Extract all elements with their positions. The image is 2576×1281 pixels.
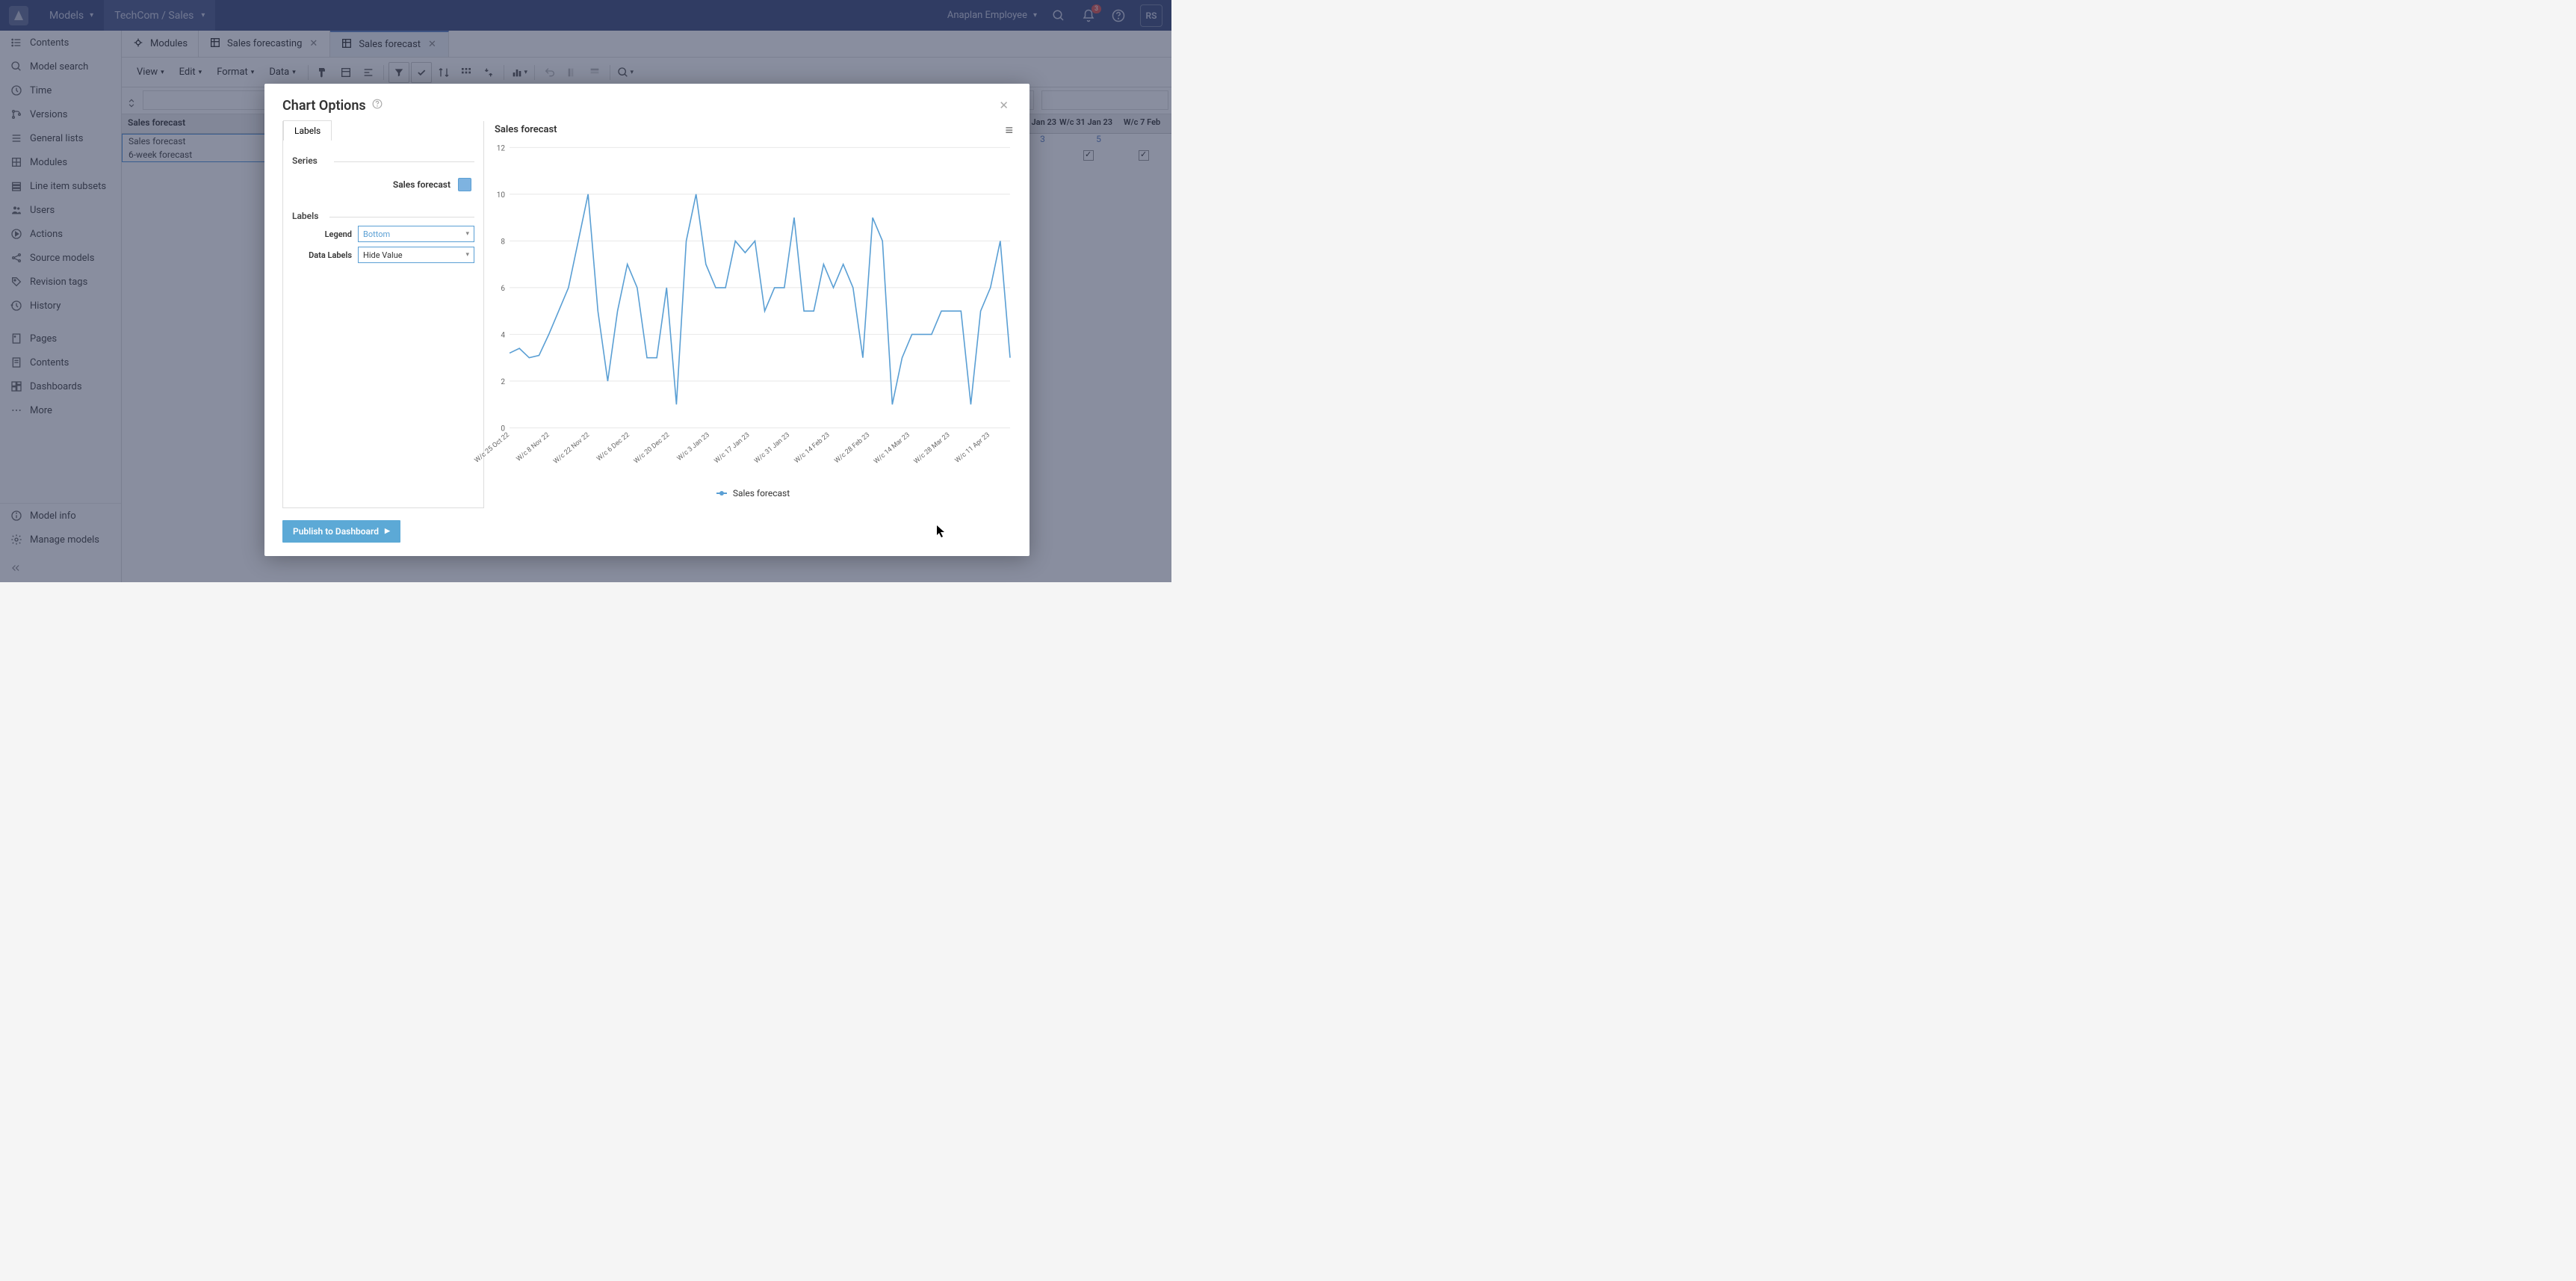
svg-text:W/c 8 Nov 22: W/c 8 Nov 22 <box>515 431 551 463</box>
svg-text:W/c 3 Jan 23: W/c 3 Jan 23 <box>676 431 711 463</box>
options-panel: Labels Series Sales forecast Labels Lege… <box>282 121 484 508</box>
data-labels-value: Hide Value <box>363 250 403 260</box>
svg-text:W/c 14 Mar 23: W/c 14 Mar 23 <box>873 431 911 466</box>
chevron-down-icon: ▾ <box>465 230 469 238</box>
legend-select[interactable]: Bottom ▾ <box>358 226 474 242</box>
chevron-right-icon: ▶ <box>385 528 390 535</box>
legend-marker <box>716 493 727 494</box>
svg-text:6: 6 <box>501 285 505 293</box>
svg-text:W/c 20 Dec 22: W/c 20 Dec 22 <box>633 431 672 465</box>
svg-text:12: 12 <box>497 144 506 152</box>
modal-help-icon[interactable] <box>366 96 388 115</box>
labels-group-label: Labels <box>292 211 474 221</box>
chevron-down-icon: ▾ <box>465 251 469 259</box>
series-group-label: Series <box>292 155 474 166</box>
chart-menu-icon[interactable]: ≡ <box>1005 123 1012 138</box>
modal-close-icon[interactable]: ✕ <box>996 96 1012 115</box>
svg-text:2: 2 <box>501 378 505 386</box>
series-name: Sales forecast <box>393 179 451 190</box>
svg-text:4: 4 <box>501 331 505 339</box>
line-chart: 024681012W/c 25 Oct 22W/c 8 Nov 22W/c 22… <box>495 140 1012 484</box>
options-tab-labels[interactable]: Labels <box>283 120 332 141</box>
modal-title: Chart Options <box>282 98 366 114</box>
chart-title: Sales forecast <box>495 124 1012 135</box>
svg-text:W/c 31 Jan 23: W/c 31 Jan 23 <box>753 431 791 465</box>
data-labels-field-label: Data Labels <box>292 250 352 260</box>
chart-legend: Sales forecast <box>495 488 1012 498</box>
svg-text:W/c 28 Feb 23: W/c 28 Feb 23 <box>833 431 871 465</box>
chart-options-modal: Chart Options ✕ Labels Series Sales fore… <box>264 84 1030 556</box>
svg-text:W/c 28 Mar 23: W/c 28 Mar 23 <box>913 431 952 466</box>
legend-value: Bottom <box>363 229 390 239</box>
data-labels-select[interactable]: Hide Value ▾ <box>358 247 474 263</box>
chart-area: Sales forecast ≡ 024681012W/c 25 Oct 22W… <box>484 121 1012 508</box>
svg-text:W/c 22 Nov 22: W/c 22 Nov 22 <box>552 431 591 466</box>
svg-text:W/c 14 Feb 23: W/c 14 Feb 23 <box>793 431 832 465</box>
svg-text:10: 10 <box>497 191 506 200</box>
svg-text:W/c 11 Apr 23: W/c 11 Apr 23 <box>954 431 991 465</box>
legend-text: Sales forecast <box>733 488 790 498</box>
publish-label: Publish to Dashboard <box>293 526 379 537</box>
svg-text:8: 8 <box>501 238 505 246</box>
svg-text:W/c 17 Jan 23: W/c 17 Jan 23 <box>713 431 751 465</box>
svg-text:W/c 6 Dec 22: W/c 6 Dec 22 <box>595 431 631 463</box>
legend-field-label: Legend <box>292 229 352 239</box>
series-color-swatch[interactable] <box>458 178 471 191</box>
publish-button[interactable]: Publish to Dashboard ▶ <box>282 520 400 543</box>
